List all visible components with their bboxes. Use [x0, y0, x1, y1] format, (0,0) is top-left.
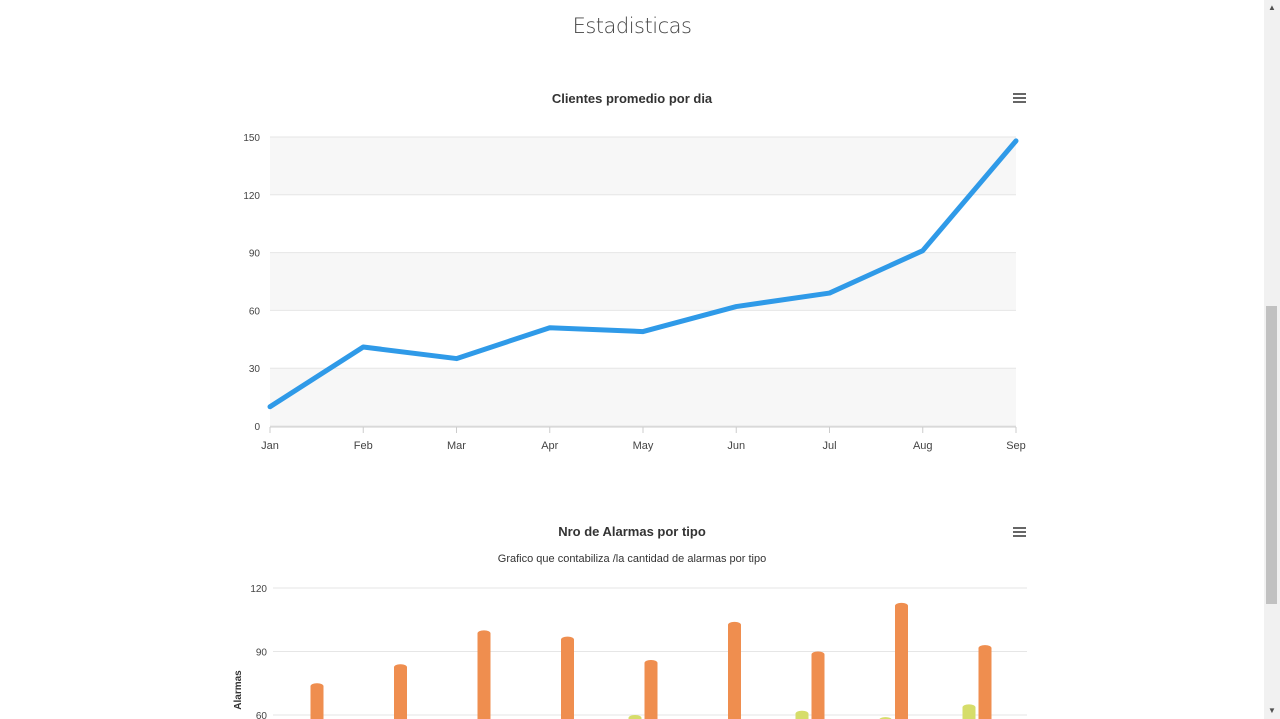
bar[interactable]	[644, 659, 658, 719]
scroll-down-icon[interactable]: ▼	[1264, 703, 1280, 719]
chart-subtitle: Grafico que contabiliza /la cantidad de …	[498, 553, 766, 565]
bar[interactable]	[477, 630, 491, 719]
y-tick-label: 60	[256, 711, 268, 719]
y-tick-label: 120	[250, 584, 267, 595]
bar[interactable]	[978, 645, 992, 719]
bar[interactable]	[728, 621, 741, 719]
alarmas-bar-chart: 60 90 120 Nro de Alarmas por tipo Grafico …	[233, 524, 1027, 719]
chart-menu-button[interactable]	[1011, 524, 1029, 540]
y-axis-label: Alarmas	[233, 670, 244, 710]
vertical-scrollbar[interactable]: ▲ ▼	[1264, 0, 1280, 719]
bar[interactable]	[561, 636, 574, 719]
scrollbar-thumb[interactable]	[1266, 306, 1277, 604]
bar[interactable]	[962, 704, 976, 719]
scroll-up-icon[interactable]: ▲	[1264, 0, 1280, 16]
bar[interactable]	[795, 710, 809, 719]
bar[interactable]	[628, 715, 642, 719]
chart-title: Nro de Alarmas por tipo	[558, 524, 706, 539]
bar[interactable]	[310, 683, 324, 719]
page: Estadisticas 0 30 60 90 120 150 Jan Feb Mar Apr M…	[0, 0, 1280, 719]
bar[interactable]	[895, 602, 908, 719]
bar[interactable]	[811, 651, 825, 719]
y-tick-label: 90	[256, 648, 268, 659]
bar[interactable]	[394, 664, 407, 719]
